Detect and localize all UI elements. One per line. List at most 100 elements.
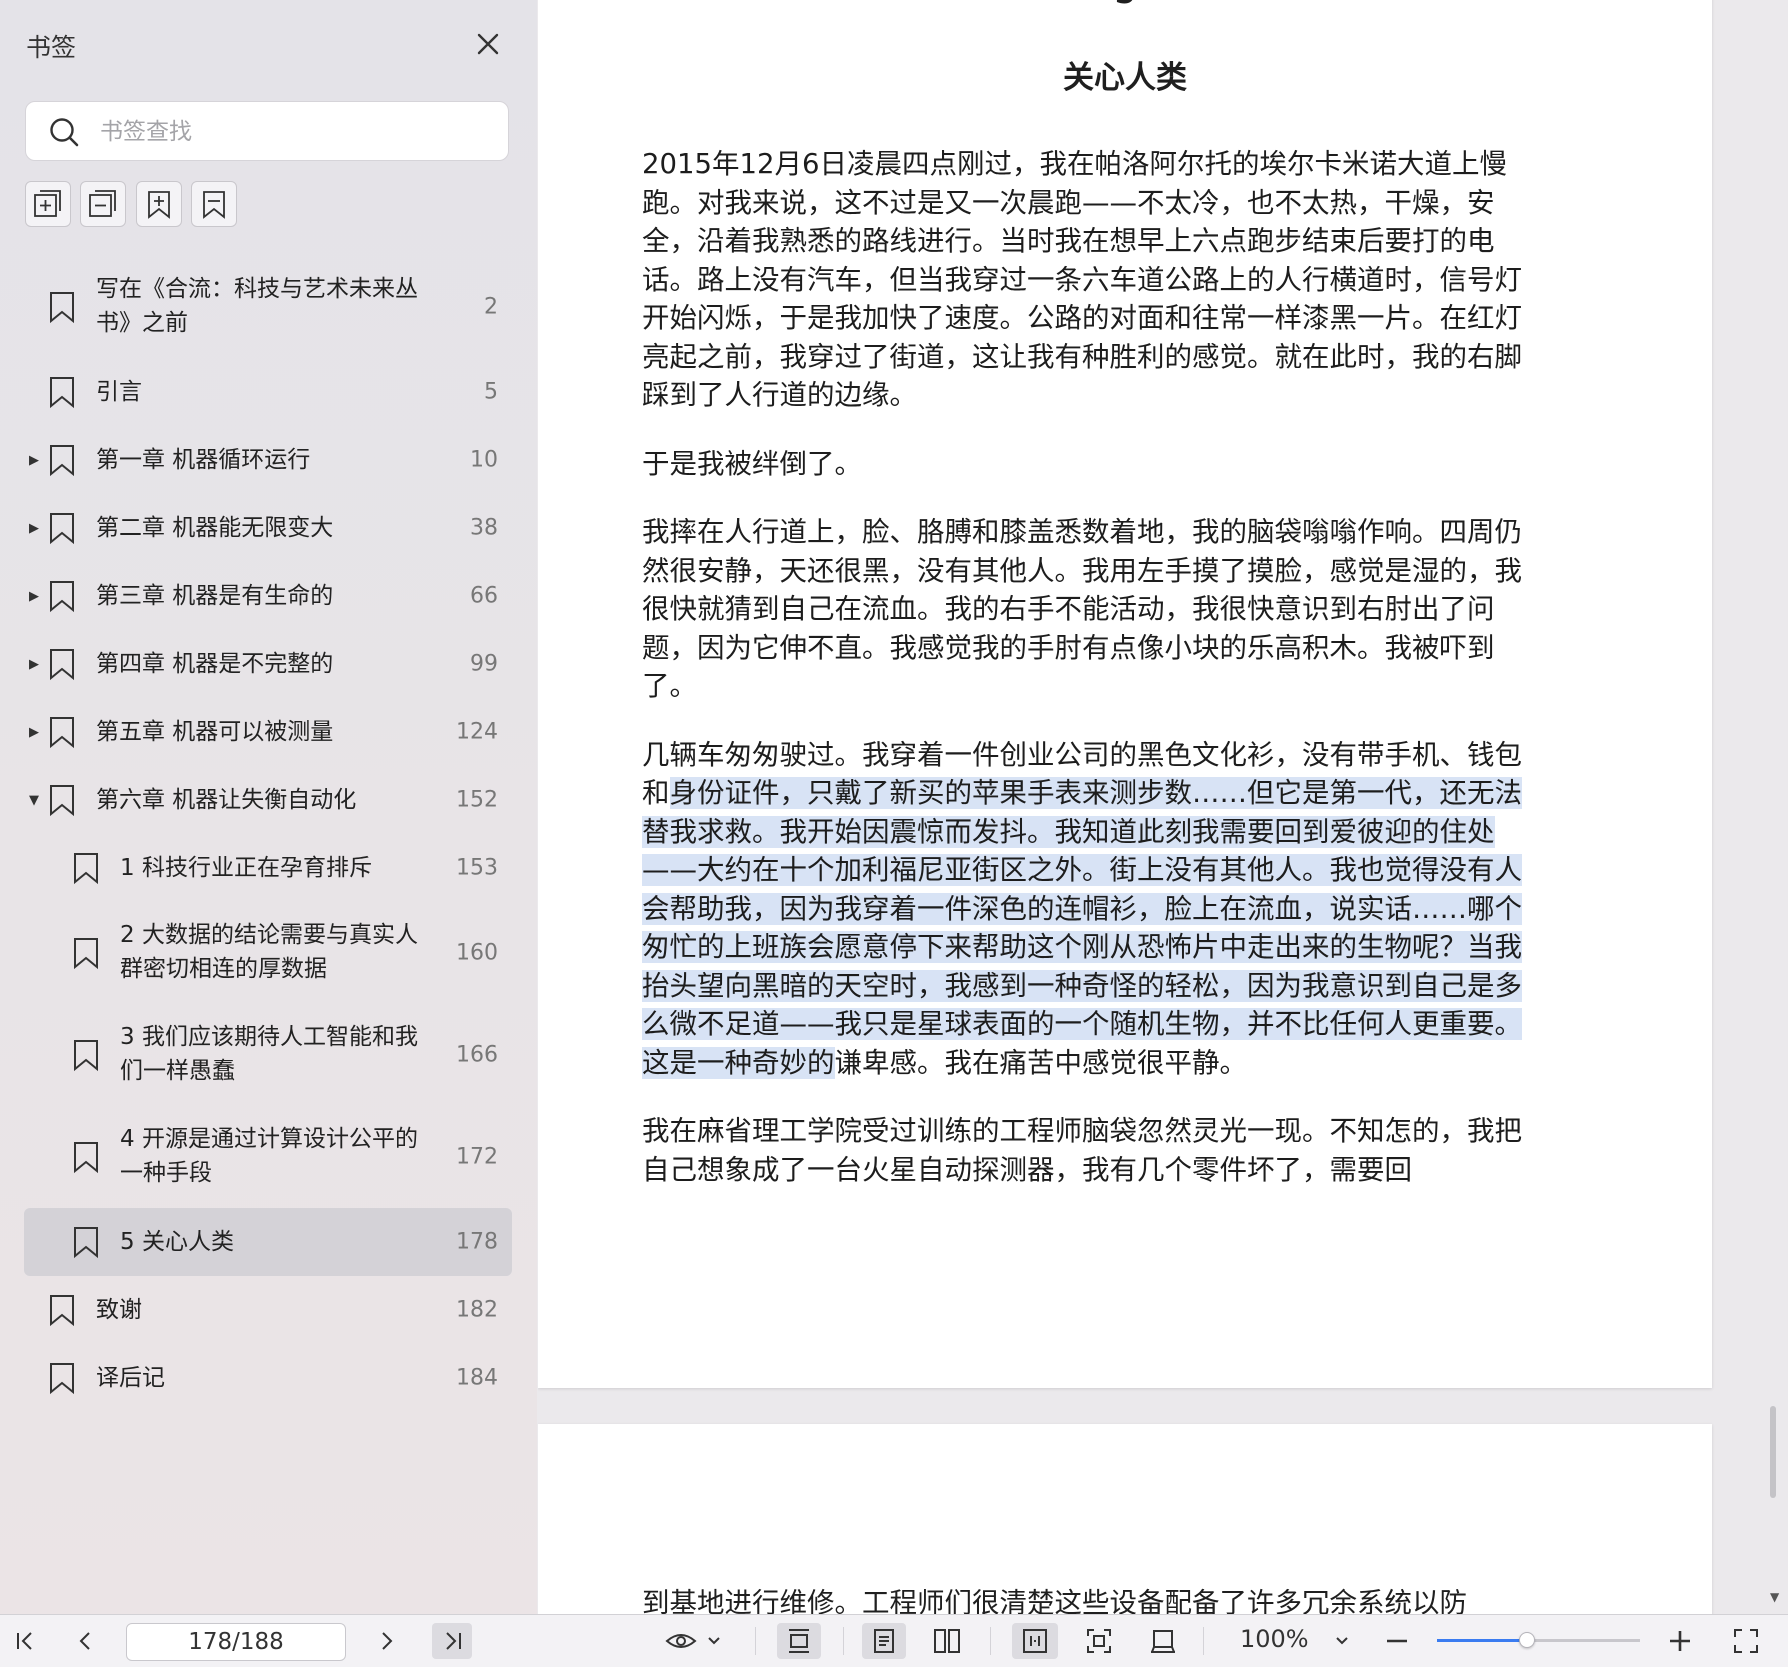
bookmark-label: 第一章 机器循环运行 — [96, 447, 311, 473]
page-body: 2015年12月6日凌晨四点刚过，我在帕洛阿尔托的埃尔卡米诺大道上慢跑。对我来说… — [642, 145, 1542, 1219]
zoom-slider-knob[interactable] — [1519, 1632, 1536, 1648]
fit-page-icon[interactable] — [1012, 1623, 1058, 1659]
bookmark-label: 2 大数据的结论需要与真实人群密切相连的厚数据 — [120, 922, 418, 982]
page-number-input[interactable]: 178/188 — [126, 1623, 346, 1661]
paragraph: 于是我被绊倒了。 — [642, 447, 862, 480]
bookmark-page-number: 124 — [456, 719, 498, 745]
document-view[interactable]: 5 关心人类 2015年12月6日凌晨四点刚过，我在帕洛阿尔托的埃尔卡米诺大道上… — [538, 0, 1768, 1614]
bookmark-icon — [74, 938, 98, 970]
zoom-dropdown-chevron-icon[interactable] — [1330, 1623, 1354, 1659]
previous-page-icon[interactable] — [68, 1623, 104, 1659]
view-mode-eye-icon[interactable] — [664, 1623, 728, 1659]
search-icon — [50, 118, 79, 147]
bookmark-item[interactable]: 1 科技行业正在孕育排斥 153 — [24, 834, 512, 902]
bookmark-icon — [74, 853, 98, 885]
bookmark-sidebar: 书签 写在《合流：科技 — [0, 0, 537, 1614]
bookmark-item[interactable]: ▶ 第四章 机器是不完整的 99 — [24, 630, 512, 698]
bookmark-item[interactable]: ▶ 第三章 机器是有生命的 66 — [24, 562, 512, 630]
bookmark-item[interactable]: ▶ 第五章 机器可以被测量 124 — [24, 698, 512, 766]
bookmark-icon — [74, 1142, 98, 1174]
bookmark-page-number: 66 — [470, 583, 498, 609]
bookmark-label: 第二章 机器能无限变大 — [96, 515, 334, 541]
bookmark-item[interactable]: 引言 5 — [24, 358, 512, 426]
bookmark-label: 第五章 机器可以被测量 — [96, 719, 334, 745]
highlighted-text[interactable]: 身份证件，只戴了新买的苹果手表来测步数……但它是第一代，还无法替我求救。我开始因… — [642, 777, 1522, 1079]
text-run: 谦卑感。我在痛苦中感觉很平静。 — [834, 1046, 1248, 1079]
bookmark-item[interactable]: 2 大数据的结论需要与真实人群密切相连的厚数据 160 — [24, 902, 512, 1004]
sidebar-title: 书签 — [26, 33, 77, 62]
bookmark-item[interactable]: ▶ 第一章 机器循环运行 10 — [24, 426, 512, 494]
bookmark-page-number: 99 — [470, 651, 498, 677]
bookmark-page-number: 178 — [456, 1229, 498, 1255]
bookmark-label: 3 我们应该期待人工智能和我们一样愚蠢 — [120, 1024, 418, 1084]
bookmark-page-number: 172 — [456, 1144, 498, 1170]
bookmark-icon — [50, 513, 74, 545]
bookmark-label: 第三章 机器是有生命的 — [96, 583, 334, 609]
bookmark-page-number: 2 — [484, 294, 498, 320]
continuous-scroll-icon[interactable] — [777, 1623, 821, 1659]
rotate-page-icon[interactable] — [1141, 1623, 1185, 1659]
bookmark-label: 第四章 机器是不完整的 — [96, 651, 334, 677]
bookmark-label: 引言 — [96, 379, 142, 405]
bookmark-icon — [50, 1363, 74, 1395]
chapter-title: 关心人类 — [1063, 60, 1187, 96]
zoom-out-icon[interactable] — [1382, 1623, 1412, 1659]
bookmark-label: 第六章 机器让失衡自动化 — [96, 787, 357, 813]
collapsed-arrow-icon[interactable]: ▶ — [29, 657, 39, 672]
bottom-toolbar: 178/188 100% — [0, 1614, 1788, 1667]
close-icon[interactable] — [470, 26, 506, 62]
fullscreen-icon[interactable] — [1728, 1623, 1764, 1659]
bookmark-outline-icon[interactable] — [191, 181, 237, 227]
fit-width-icon[interactable] — [1077, 1623, 1121, 1659]
two-page-icon[interactable] — [925, 1623, 969, 1659]
collapse-all-icon[interactable] — [80, 181, 126, 227]
bookmark-page-number: 153 — [456, 855, 498, 881]
bookmark-item[interactable]: 3 我们应该期待人工智能和我们一样愚蠢 166 — [24, 1004, 512, 1106]
bookmark-label: 5 关心人类 — [120, 1229, 234, 1255]
bookmark-icon — [74, 1227, 98, 1259]
zoom-slider-fill — [1437, 1639, 1527, 1642]
bookmark-search-input[interactable] — [98, 110, 492, 154]
paragraph: 几辆车匆匆驶过。我穿着一件创业公司的黑色文化衫，没有带手机、钱包和身份证件，只戴… — [642, 736, 1542, 1083]
collapsed-arrow-icon[interactable]: ▶ — [29, 589, 39, 604]
paragraph: 到基地进行维修。工程师们很清楚这些设备配备了许多冗余系统以防 — [642, 1587, 1467, 1614]
expanded-arrow-icon[interactable]: ▼ — [29, 793, 39, 808]
last-page-icon[interactable] — [432, 1623, 472, 1659]
bookmark-page-number: 10 — [470, 447, 498, 473]
paragraph: 我在麻省理工学院受过训练的工程师脑袋忽然灵光一现。不知怎的，我把自己想象成了一台… — [642, 1115, 1522, 1186]
bookmark-label: 致谢 — [96, 1297, 142, 1323]
bookmark-icon — [50, 581, 74, 613]
bookmark-icon — [50, 785, 74, 817]
bookmark-label: 1 科技行业正在孕育排斥 — [120, 855, 372, 881]
collapsed-arrow-icon[interactable]: ▶ — [29, 725, 39, 740]
bookmark-icon — [50, 292, 74, 324]
first-page-icon[interactable] — [8, 1623, 44, 1659]
bookmark-item[interactable]: 4 开源是通过计算设计公平的一种手段 172 — [24, 1106, 512, 1208]
zoom-slider[interactable] — [1437, 1632, 1640, 1648]
paragraph: 我摔在人行道上，脸、胳膊和膝盖悉数着地，我的脑袋嗡嗡作响。四周仍然很安静，天还很… — [642, 516, 1522, 702]
bookmark-icon — [50, 445, 74, 477]
zoom-in-icon[interactable] — [1665, 1623, 1695, 1659]
add-bookmark-icon[interactable] — [136, 181, 182, 227]
bookmark-item[interactable]: ▶ 第二章 机器能无限变大 38 — [24, 494, 512, 562]
single-page-icon[interactable] — [862, 1623, 906, 1659]
bookmark-item[interactable]: ▼ 第六章 机器让失衡自动化 152 — [24, 766, 512, 834]
bookmark-item[interactable]: 5 关心人类 178 — [24, 1208, 512, 1276]
bookmark-search-box[interactable] — [25, 101, 509, 161]
next-page-icon[interactable] — [368, 1623, 404, 1659]
zoom-level[interactable]: 100% — [1240, 1625, 1309, 1653]
collapsed-arrow-icon[interactable]: ▶ — [29, 521, 39, 536]
bookmark-page-number: 5 — [484, 379, 498, 405]
vertical-scrollbar[interactable] — [1770, 1406, 1776, 1498]
paragraph: 2015年12月6日凌晨四点刚过，我在帕洛阿尔托的埃尔卡米诺大道上慢跑。对我来说… — [642, 148, 1522, 411]
expand-all-icon[interactable] — [25, 181, 71, 227]
bookmark-icon — [50, 1295, 74, 1327]
bookmark-page-number: 184 — [456, 1365, 498, 1391]
bookmark-item[interactable]: 致谢 182 — [24, 1276, 512, 1344]
next-document-page: 到基地进行维修。工程师们很清楚这些设备配备了许多冗余系统以防 — [538, 1424, 1712, 1614]
bookmark-item[interactable]: 译后记 184 — [24, 1344, 512, 1412]
bookmark-page-number: 152 — [456, 787, 498, 813]
scroll-down-arrow-icon[interactable]: ▼ — [1770, 1590, 1779, 1604]
collapsed-arrow-icon[interactable]: ▶ — [29, 453, 39, 468]
bookmark-item[interactable]: 写在《合流：科技与艺术未来丛书》之前 2 — [24, 256, 512, 358]
